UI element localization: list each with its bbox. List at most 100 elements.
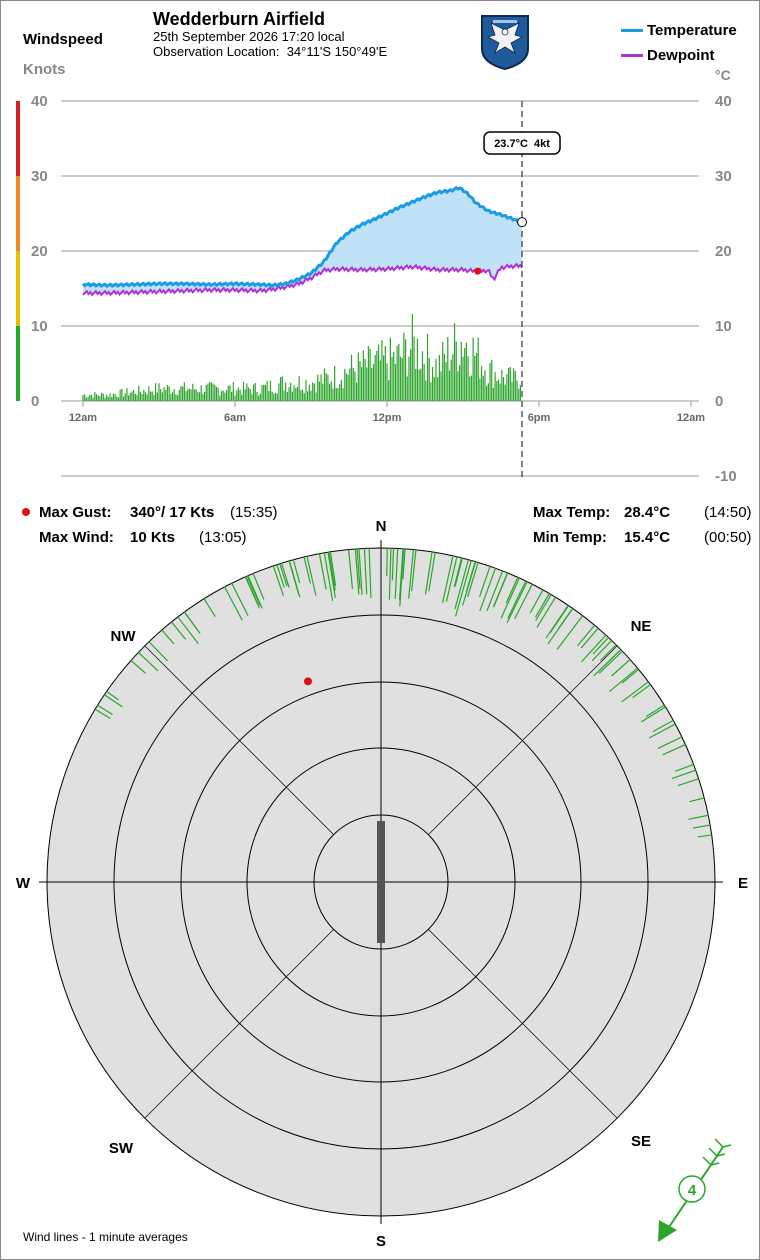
wind-bar [357, 352, 359, 401]
wind-bar [514, 370, 516, 401]
wind-bar [175, 394, 177, 401]
current-wind-speed-label: 4 [688, 1182, 697, 1199]
wind-bar [180, 386, 182, 401]
wind-bar [492, 387, 494, 401]
wind-bar [252, 384, 255, 401]
wind-bar [413, 336, 415, 401]
wind-bar [501, 369, 503, 401]
wind-bar [518, 388, 520, 401]
wind-bar [361, 367, 363, 401]
wind-bar [217, 387, 219, 401]
scale-segment [16, 101, 20, 176]
left-axis-tick: 30 [31, 168, 48, 185]
wind-bar [408, 356, 410, 401]
right-axis-tick: -10 [715, 468, 737, 485]
windspeed-color-scale [16, 101, 20, 401]
scale-segment [16, 326, 20, 401]
wind-bar [511, 381, 513, 401]
wind-bar [445, 361, 447, 401]
wind-bar [87, 396, 89, 401]
wind-bar [312, 382, 314, 401]
wind-bar [95, 394, 98, 401]
wind-bar [256, 391, 258, 401]
wind-bar [327, 374, 329, 401]
left-axis-tick: 10 [31, 318, 48, 335]
compass-gust-marker [303, 677, 312, 686]
wind-compass-rose: N NE E SE S SW W NW 4 [16, 518, 748, 1250]
compass-label-e: E [738, 875, 748, 892]
wind-bar [334, 365, 336, 401]
compass-label-s: S [376, 1233, 386, 1250]
wind-arrow-icon: 4 [658, 1138, 732, 1242]
wind-bar [163, 387, 165, 401]
wind-bar [499, 383, 501, 401]
wind-bar [278, 383, 280, 401]
wind-bar [479, 378, 481, 401]
wind-bar [100, 392, 103, 401]
wind-bar [204, 391, 206, 401]
wind-bar [124, 393, 126, 401]
wind-bar [474, 355, 476, 401]
wind-bar [129, 392, 131, 401]
wind-bar [356, 382, 358, 401]
wind-bar [149, 391, 152, 401]
wind-bar [234, 395, 236, 401]
wind-bar [354, 371, 356, 401]
wind-bar [273, 393, 275, 401]
compass-label-sw: SW [109, 1140, 134, 1157]
wind-bar [285, 382, 287, 401]
wind-bar [229, 385, 231, 401]
wind-bar [247, 387, 250, 401]
wind-bar [136, 394, 138, 401]
wind-bar [322, 383, 324, 401]
wind-bar [377, 344, 380, 401]
wind-bar [425, 380, 427, 401]
wind-bar [453, 323, 456, 401]
wind-bar [482, 375, 484, 401]
wind-bar [197, 391, 199, 401]
gust-marker [474, 267, 482, 275]
wind-bar [374, 354, 376, 401]
wind-bar [119, 389, 121, 401]
wind-bar [185, 391, 187, 401]
wind-bar [225, 390, 228, 401]
wind-bar [345, 373, 348, 401]
wind-bar [323, 368, 326, 401]
wind-bar [207, 383, 209, 401]
wind-bar [487, 383, 489, 401]
wind-bar [155, 383, 157, 401]
wind-bar [214, 385, 216, 401]
wind-bar [332, 388, 334, 401]
wind-bar [283, 390, 285, 401]
wind-bar [389, 337, 391, 401]
cursor-point [517, 217, 528, 228]
wind-bar [508, 367, 510, 401]
wind-bar [227, 385, 229, 401]
wind-bar [340, 379, 342, 401]
wind-bar [144, 392, 147, 401]
wind-bar [391, 356, 393, 401]
wind-bar [222, 390, 224, 401]
weather-station-panel: Wedderburn Airfield 25th September 2026 … [0, 0, 760, 1260]
wind-bar [494, 372, 496, 401]
wind-bar [232, 382, 234, 401]
wind-bar [192, 383, 194, 401]
wind-bar [440, 371, 442, 401]
wind-bar [467, 356, 469, 401]
wind-bar [381, 340, 383, 401]
wind-bar [328, 384, 331, 401]
wind-bar [276, 393, 278, 401]
wind-bar [320, 374, 322, 401]
wind-bar [386, 363, 388, 401]
wind-bar [406, 376, 408, 401]
wind-bar [259, 393, 261, 401]
wind-bar [271, 391, 273, 401]
wind-bar [480, 366, 483, 401]
wind-bar [489, 362, 491, 401]
wind-bar [470, 375, 473, 401]
wind-bar [280, 377, 282, 401]
wind-bar [307, 391, 309, 401]
wind-bar [428, 358, 430, 401]
wind-bar [301, 389, 304, 401]
wind-bar [198, 392, 201, 401]
